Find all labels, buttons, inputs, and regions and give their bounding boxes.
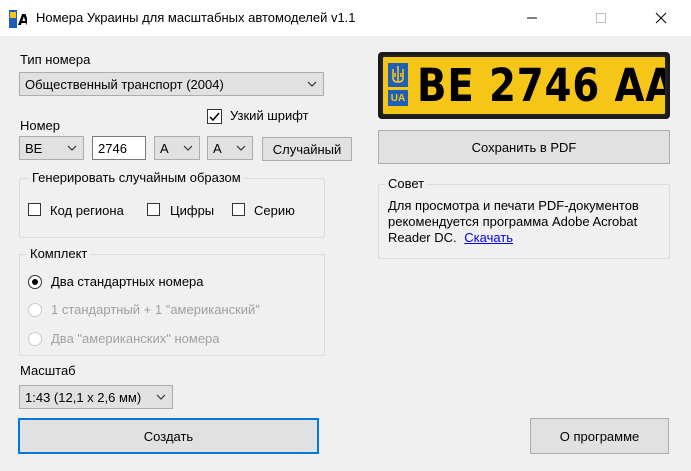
tip-group-title: Совет (385, 176, 428, 191)
scale-value: 1:43 (12,1 х 2,6 мм) (25, 389, 142, 405)
series2-select[interactable]: А (207, 136, 253, 160)
random-series-checkbox[interactable] (232, 203, 245, 216)
region-value: ВЕ (25, 140, 43, 156)
random-button[interactable]: Случайный (262, 137, 352, 161)
minimize-button[interactable] (509, 0, 555, 36)
series2-value: А (213, 140, 222, 156)
region-select[interactable]: ВЕ (19, 136, 84, 160)
tip-body: Для просмотра и печати PDF-документов ре… (388, 198, 639, 245)
chevron-down-icon (156, 394, 166, 400)
series1-select[interactable]: А (154, 136, 200, 160)
random-group-title: Генерировать случайным образом (29, 170, 244, 185)
save-pdf-button[interactable]: Сохранить в PDF (378, 130, 670, 164)
app-logo-icon: A (9, 10, 30, 29)
random-digits-label: Цифры (170, 203, 215, 218)
kit-option2-label: 1 стандартный + 1 "американский" (51, 302, 260, 317)
close-icon (655, 12, 667, 24)
scale-select[interactable]: 1:43 (12,1 х 2,6 мм) (19, 385, 173, 409)
chevron-down-icon (183, 145, 193, 151)
download-link[interactable]: Скачать (464, 230, 513, 245)
series1-value: А (160, 140, 169, 156)
kit-option1-label: Два стандартных номера (51, 274, 204, 289)
chevron-down-icon (307, 81, 317, 87)
kit-option3-radio[interactable] (28, 332, 42, 346)
check-icon (209, 112, 220, 122)
minimize-icon (527, 17, 537, 19)
plate-preview: UA ВЕ 2746 АА (378, 52, 670, 119)
digits-input[interactable]: 2746 (92, 136, 146, 160)
narrow-font-checkbox[interactable] (207, 109, 222, 124)
region-code-checkbox[interactable] (28, 203, 41, 216)
kit-option3-label: Два "американских" номера (51, 331, 220, 346)
kit-group-title: Комплект (27, 246, 91, 261)
random-digits-checkbox[interactable] (147, 203, 160, 216)
digits-value: 2746 (98, 140, 127, 156)
ukraine-trident-icon (388, 63, 408, 87)
plate-type-select[interactable]: Общественный транспорт (2004) (19, 72, 324, 96)
number-label: Номер (20, 118, 61, 133)
chevron-down-icon (236, 145, 246, 151)
title-bar[interactable]: A Номера Украины для масштабных автомоде… (0, 0, 691, 36)
scale-label: Масштаб (20, 363, 76, 378)
plate-number-text: ВЕ 2746 АА (417, 59, 667, 112)
plate-type-label: Тип номера (20, 52, 91, 67)
plate-face: UA ВЕ 2746 АА (381, 55, 667, 116)
narrow-font-label: Узкий шрифт (230, 108, 309, 123)
country-code-badge: UA (388, 90, 408, 106)
region-code-label: Код региона (50, 203, 124, 218)
maximize-button[interactable] (578, 0, 624, 36)
plate-type-value: Общественный транспорт (2004) (25, 76, 224, 92)
about-button[interactable]: О программе (530, 418, 669, 454)
window-title: Номера Украины для масштабных автомоделе… (36, 10, 356, 25)
close-button[interactable] (638, 0, 684, 36)
kit-option1-radio[interactable] (28, 275, 42, 289)
svg-text:A: A (18, 11, 27, 28)
app-window: A Номера Украины для масштабных автомоде… (0, 0, 691, 471)
tip-text: Для просмотра и печати PDF-документов ре… (388, 198, 673, 246)
chevron-down-icon (67, 145, 77, 151)
maximize-icon (596, 13, 606, 23)
random-series-label: Серию (254, 203, 295, 218)
kit-option2-radio[interactable] (28, 303, 42, 317)
create-button[interactable]: Создать (18, 418, 319, 454)
